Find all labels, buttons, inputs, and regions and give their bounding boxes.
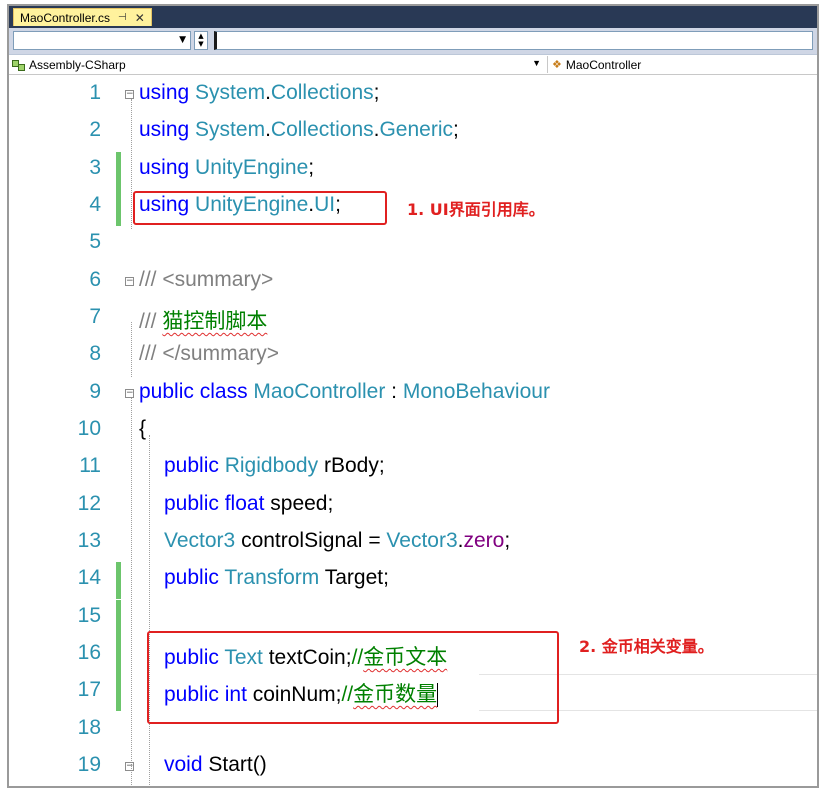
highlight-box-ui-library: [133, 191, 387, 225]
code-line: 8 /// </summary>: [9, 338, 817, 375]
line-number: 3: [89, 156, 101, 179]
line-number: 9: [89, 380, 101, 403]
line-number: 11: [79, 454, 101, 477]
code-line: 1 − using System.Collections;: [9, 77, 817, 114]
code-text: {: [139, 417, 147, 440]
class-dropdown[interactable]: ❖ MaoController: [547, 56, 817, 73]
close-icon[interactable]: ✕: [135, 12, 145, 24]
change-marker: [116, 637, 121, 675]
tab-strip: MaoController.cs ⊣ ✕: [9, 6, 817, 28]
code-text: using System.Collections.Generic;: [139, 118, 459, 141]
code-line: 7 /// 猫控制脚本: [9, 301, 817, 338]
code-text: public Rigidbody rBody;: [164, 454, 385, 477]
chevron-down-icon: ▼: [179, 35, 186, 45]
class-label: MaoController: [565, 57, 642, 72]
code-editor[interactable]: 1 − using System.Collections; 2 using Sy…: [9, 75, 817, 786]
code-text: Vector3 controlSignal = Vector3.zero;: [164, 529, 511, 552]
line-number: 14: [77, 566, 101, 589]
code-text: using System.Collections;: [139, 81, 380, 104]
code-line: 10 {: [9, 413, 817, 450]
assembly-icon: [11, 59, 25, 71]
tab-maocontroller[interactable]: MaoController.cs ⊣ ✕: [13, 8, 152, 26]
code-text: public float speed;: [164, 492, 334, 515]
navigation-bar: Assembly-CSharp ▼ ❖ MaoController: [9, 55, 817, 75]
annotation-coin-variables: 2. 金币相关变量。: [579, 637, 714, 656]
change-marker: [116, 562, 121, 600]
collapse-icon[interactable]: −: [125, 762, 134, 771]
code-line: 12 public float speed;: [9, 488, 817, 525]
code-text: public Transform Target;: [164, 566, 389, 589]
toolbar-spinner[interactable]: ▲ ▼: [194, 31, 208, 50]
line-number: 16: [77, 641, 101, 664]
class-icon: ❖: [552, 59, 562, 71]
code-line: 5: [9, 226, 817, 263]
collapse-icon[interactable]: −: [125, 389, 134, 398]
code-line: 14 public Transform Target;: [9, 562, 817, 600]
line-number: 4: [89, 193, 101, 216]
code-text: /// </summary>: [139, 342, 280, 365]
code-text: public class MaoController : MonoBehavio…: [139, 380, 550, 403]
line-number: 1: [89, 81, 101, 104]
line-number: 7: [89, 305, 101, 328]
toolbar: ▼ ▲ ▼: [9, 28, 817, 55]
change-marker: [116, 674, 121, 712]
toolbar-input[interactable]: [214, 31, 813, 50]
code-text: using UnityEngine;: [139, 156, 315, 179]
change-marker: [116, 189, 121, 227]
annotation-ui-library: 1. UI界面引用库。: [407, 200, 545, 219]
change-marker: [116, 600, 121, 638]
code-line: 6 − /// <summary>: [9, 264, 817, 301]
highlight-box-coin-variables: [147, 631, 559, 724]
editor-window: MaoController.cs ⊣ ✕ ▼ ▲ ▼ Assembly-CShar…: [7, 4, 819, 788]
line-number: 5: [89, 230, 101, 253]
code-line: 11 public Rigidbody rBody;: [9, 450, 817, 487]
code-text: /// 猫控制脚本: [139, 310, 268, 333]
code-line: 13 Vector3 controlSignal = Vector3.zero;: [9, 525, 817, 562]
tab-label: MaoController.cs: [20, 10, 111, 25]
line-number: 13: [77, 529, 101, 552]
line-number: 15: [77, 604, 101, 627]
project-label: Assembly-CSharp: [29, 57, 126, 72]
code-text: /// <summary>: [139, 268, 274, 291]
toolbar-dropdown[interactable]: ▼: [13, 31, 191, 50]
change-marker: [116, 152, 121, 190]
code-line: 3 using UnityEngine;: [9, 152, 817, 190]
collapse-icon[interactable]: −: [125, 277, 134, 286]
chevron-down-icon: ▼: [532, 58, 541, 68]
line-number: 8: [89, 342, 101, 365]
code-text: void Start(): [164, 753, 267, 776]
line-number: 10: [77, 417, 101, 440]
code-line: 19 − void Start(): [9, 749, 817, 786]
line-number: 18: [77, 716, 101, 739]
line-number: 19: [77, 753, 101, 776]
line-number: 12: [77, 492, 101, 515]
code-line: 9 − public class MaoController : MonoBeh…: [9, 376, 817, 413]
line-number: 17: [77, 678, 101, 701]
line-number: 2: [89, 118, 101, 141]
code-line: 2 using System.Collections.Generic;: [9, 114, 817, 151]
collapse-icon[interactable]: −: [125, 90, 134, 99]
pin-icon[interactable]: ⊣: [118, 12, 127, 23]
project-dropdown[interactable]: Assembly-CSharp ▼: [11, 56, 541, 73]
line-number: 6: [89, 268, 101, 291]
